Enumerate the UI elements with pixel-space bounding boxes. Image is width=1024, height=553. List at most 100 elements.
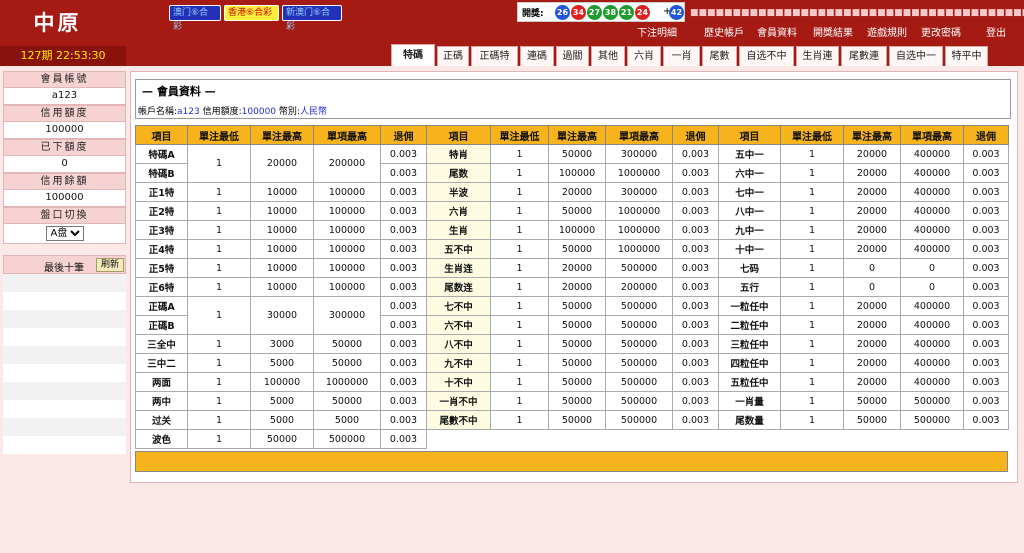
announcement-marquee: ■■■■■■■■■■■■■■■■■■■■■■■■■■■■■■■■■■■■■■■■… <box>690 8 1024 18</box>
rebate-cell: 0.003 <box>380 277 427 297</box>
tab-special-flat-hit[interactable]: 特平中 <box>945 46 988 66</box>
item-name-cell: 特碼A <box>135 144 188 164</box>
min-bet-cell: 1 <box>490 201 549 221</box>
credit-value: 100000 <box>241 107 277 117</box>
item-name-cell: 一肖不中 <box>426 391 491 411</box>
change-password-link[interactable]: 更改密碼 <box>921 27 961 41</box>
draw-ball: 27 <box>587 5 602 20</box>
min-bet-cell: 1 <box>187 429 251 449</box>
max-bet-cell: 3000 <box>250 334 314 354</box>
table-row: 特碼A 1 20000 200000 0.003 <box>135 144 427 183</box>
item-name-cell: 五粒任中 <box>718 372 781 392</box>
max-bet-cell: 50000 <box>548 296 606 316</box>
table-row: 十中一 1 20000 400000 0.003 <box>718 239 1009 259</box>
item-name-cell: 二粒任中 <box>718 315 781 335</box>
item-max-cell: 100000 <box>313 239 381 259</box>
tab-combo[interactable]: 連碼 <box>520 46 554 66</box>
item-max-cell: 1000000 <box>605 220 673 240</box>
table-row: 特肖 1 50000 300000 0.003 <box>426 144 719 164</box>
game-rules-link[interactable]: 遊戲規則 <box>867 27 907 41</box>
max-bet-cell: 100000 <box>250 372 314 392</box>
tab-self-select-miss[interactable]: 自选不中 <box>739 46 794 66</box>
min-bet-cell: 1 <box>490 372 549 392</box>
member-info-link[interactable]: 會員資料 <box>757 27 797 41</box>
item-name-cell: 六中一 <box>718 163 781 183</box>
max-bet-cell: 10000 <box>250 182 314 202</box>
recent-bet-row <box>3 436 126 454</box>
draw-result-label: 開獎: <box>522 9 544 19</box>
tab-parlay[interactable]: 過關 <box>556 46 589 66</box>
rebate-cell: 0.003 <box>672 391 719 411</box>
tab-zodiac-combo[interactable]: 生肖連 <box>796 46 839 66</box>
member-info-panel: — 會員資料 — 帳戶名稱:a123 信用額度:100000 幣別:人民幣 <box>135 79 1011 119</box>
item-name-cell: 正2特 <box>135 201 188 221</box>
min-bet-cell: 1 <box>780 144 844 164</box>
min-bet-cell: 1 <box>490 182 549 202</box>
rebate-cell: 0.003 <box>672 353 719 373</box>
lottery-new-macau-button[interactable]: 新澳门⑥合彩 <box>282 5 342 32</box>
logout-link[interactable]: 登出 <box>986 27 1006 41</box>
member-info-line: 帳戶名稱:a123 信用額度:100000 幣別:人民幣 <box>138 104 327 117</box>
rebate-cell: 0.003 <box>380 144 427 164</box>
tab-tail-combo[interactable]: 尾數連 <box>841 46 887 66</box>
lottery-macau-button[interactable]: 澳门⑥合彩 <box>169 5 221 32</box>
tab-six-zodiac[interactable]: 六肖 <box>627 46 661 66</box>
tab-self-select-hit-one[interactable]: 自选中一 <box>889 46 943 66</box>
draw-results-link[interactable]: 開獎結果 <box>813 27 853 41</box>
item-max-cell: 1000000 <box>605 201 673 221</box>
draw-result-box: 開獎: 26 34 27 38 21 24 + 42 <box>517 2 685 22</box>
header-min-bet: 單注最低 <box>187 125 251 145</box>
rebate-cell: 0.003 <box>672 296 719 316</box>
tab-normal-special[interactable]: 正碼特 <box>471 46 518 66</box>
table-row: 二粒任中 1 20000 400000 0.003 <box>718 315 1009 335</box>
refresh-button[interactable]: 刷新 <box>96 258 124 272</box>
table-row: 六中一 1 20000 400000 0.003 <box>718 163 1009 183</box>
header-item-max: 單項最高 <box>605 125 673 145</box>
rebate-cell: 0.003 <box>963 163 1009 183</box>
item-name-cell: 七不中 <box>426 296 491 316</box>
tab-tail-number[interactable]: 尾數 <box>702 46 737 66</box>
credit-limit-value: 100000 <box>3 122 126 139</box>
max-bet-cell: 50000 <box>548 315 606 335</box>
rebate-cell: 0.003 <box>380 296 427 316</box>
table-row: 四粒任中 1 20000 400000 0.003 <box>718 353 1009 373</box>
bet-details-link[interactable]: 下注明細 <box>637 27 677 41</box>
tab-special-number[interactable]: 特碼 <box>391 44 435 66</box>
item-max-cell: 500000 <box>605 353 673 373</box>
min-bet-cell: 1 <box>187 239 251 259</box>
item-name-cell: 六不中 <box>426 315 491 335</box>
rebate-cell: 0.003 <box>380 258 427 278</box>
odds-switch-row: A盘 <box>3 224 126 244</box>
item-max-cell: 500000 <box>605 410 673 430</box>
rebate-cell: 0.003 <box>672 201 719 221</box>
item-name-cell: 正5特 <box>135 258 188 278</box>
lottery-hongkong-button[interactable]: 香港⑥合彩 <box>224 5 279 21</box>
max-bet-cell: 100000 <box>548 163 606 183</box>
table-row: 五中一 1 20000 400000 0.003 <box>718 144 1009 164</box>
tab-normal-number[interactable]: 正碼 <box>437 46 469 66</box>
item-name-cell: 九不中 <box>426 353 491 373</box>
item-name-cell: 五不中 <box>426 239 491 259</box>
table-header-row: 項目 單注最低 單注最高 單項最高 退佣 <box>426 125 719 145</box>
odds-switch-select[interactable]: A盘 <box>45 226 84 241</box>
table-row: 正5特 1 10000 100000 0.003 <box>135 258 427 278</box>
draw-period-clock: 127期 22:53:30 <box>0 46 126 66</box>
history-account-link[interactable]: 歷史帳戶 <box>704 27 744 41</box>
max-bet-cell: 50000 <box>548 391 606 411</box>
rebate-cell: 0.003 <box>963 372 1009 392</box>
item-name-cell: 一肖量 <box>718 391 781 411</box>
min-bet-cell: 1 <box>490 239 549 259</box>
tab-one-zodiac[interactable]: 一肖 <box>663 46 700 66</box>
table-footer-bar <box>135 451 1008 472</box>
min-bet-cell: 1 <box>490 163 549 183</box>
table-row: 波色 1 50000 500000 0.003 <box>135 429 427 449</box>
table-row: 七码 1 0 0 0.003 <box>718 258 1009 278</box>
rebate-cell: 0.003 <box>963 201 1009 221</box>
rebate-cell: 0.003 <box>963 182 1009 202</box>
table-row: 正4特 1 10000 100000 0.003 <box>135 239 427 259</box>
tab-other[interactable]: 其他 <box>591 46 625 66</box>
item-name-cell: 八不中 <box>426 334 491 354</box>
max-bet-cell: 20000 <box>843 201 901 221</box>
recent-bet-row <box>3 382 126 400</box>
header-rebate: 退佣 <box>380 125 427 145</box>
